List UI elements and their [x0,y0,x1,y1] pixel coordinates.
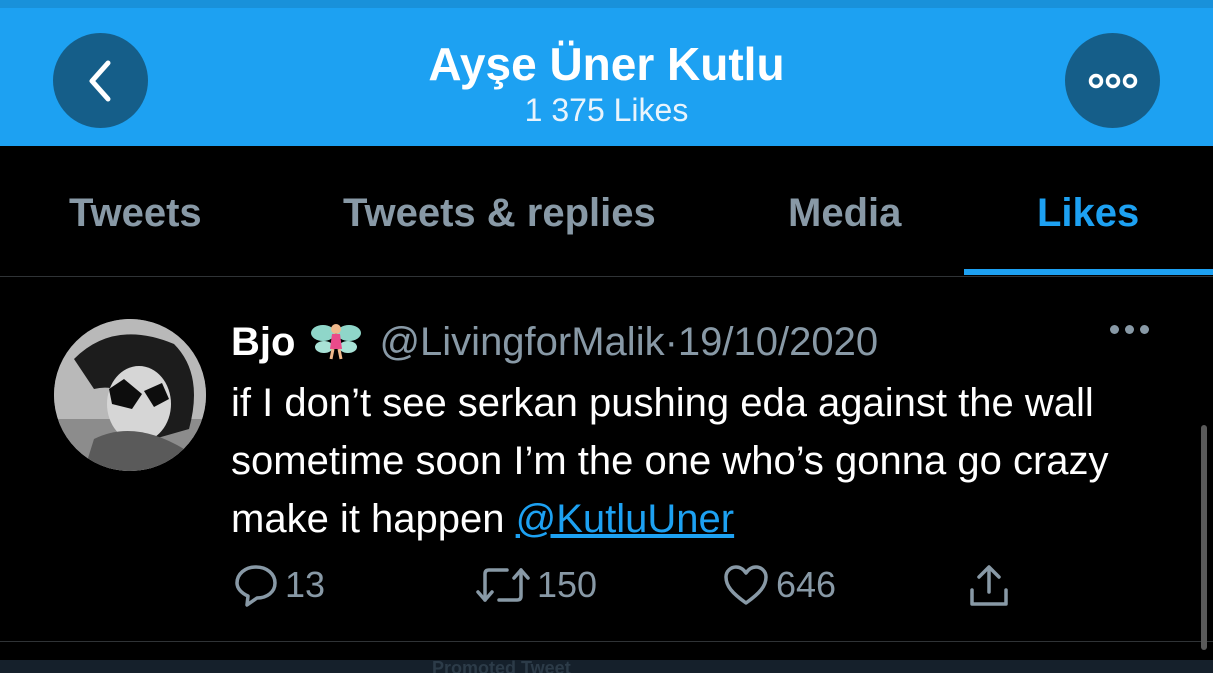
reply-icon [235,565,277,607]
profile-tabs: Tweets Tweets & replies Media Likes [0,146,1213,277]
likes-count-subtitle: 1 375 Likes [524,92,689,128]
tab-likes[interactable]: Likes [1037,190,1139,236]
share-button[interactable] [966,562,1012,610]
mention-link[interactable]: @KutluUner [516,497,734,541]
active-tab-indicator [964,269,1213,275]
tweet-date[interactable]: 19/10/2020 [678,320,878,364]
profile-header: Ayşe Üner Kutlu 1 375 Likes [0,0,1213,146]
tweet-author-name[interactable]: Bjo [231,320,295,364]
tweet-more-options-icon[interactable] [1110,325,1149,334]
fairy-emoji-icon [309,321,363,371]
more-options-button[interactable] [1065,33,1160,128]
more-options-icon [1088,73,1137,88]
meta-separator: · [664,320,678,364]
tab-media[interactable]: Media [788,190,901,236]
heart-icon [724,565,768,605]
tweet-actions: 13 150 646 [231,562,1031,612]
tweet[interactable]: Bjo @LivingforMalik·19/10/2020 if I don’… [0,277,1213,642]
share-icon [970,565,1008,606]
tab-tweets-replies[interactable]: Tweets & replies [343,190,656,236]
tab-tweets[interactable]: Tweets [69,190,202,236]
profile-title: Ayşe Üner Kutlu [428,38,785,90]
promoted-label: Promoted Tweet [432,660,571,673]
retweet-icon [476,568,530,602]
avatar-photo [54,319,206,471]
status-bar [0,0,1213,8]
reply-count: 13 [285,564,326,605]
retweet-button[interactable]: 150 [475,562,597,608]
retweet-count: 150 [537,564,598,605]
tweet-header: Bjo @LivingforMalik·19/10/2020 [231,319,878,367]
like-button[interactable]: 646 [722,562,836,608]
reply-button[interactable]: 13 [233,562,325,608]
scrollbar[interactable] [1201,425,1207,650]
tweet-text: if I don’t see serkan pushing eda agains… [231,374,1171,548]
tweet-author-handle[interactable]: @LivingforMalik [379,320,664,364]
promoted-strip: Promoted Tweet [0,660,1213,673]
avatar[interactable] [54,319,206,471]
like-count: 646 [776,564,837,605]
